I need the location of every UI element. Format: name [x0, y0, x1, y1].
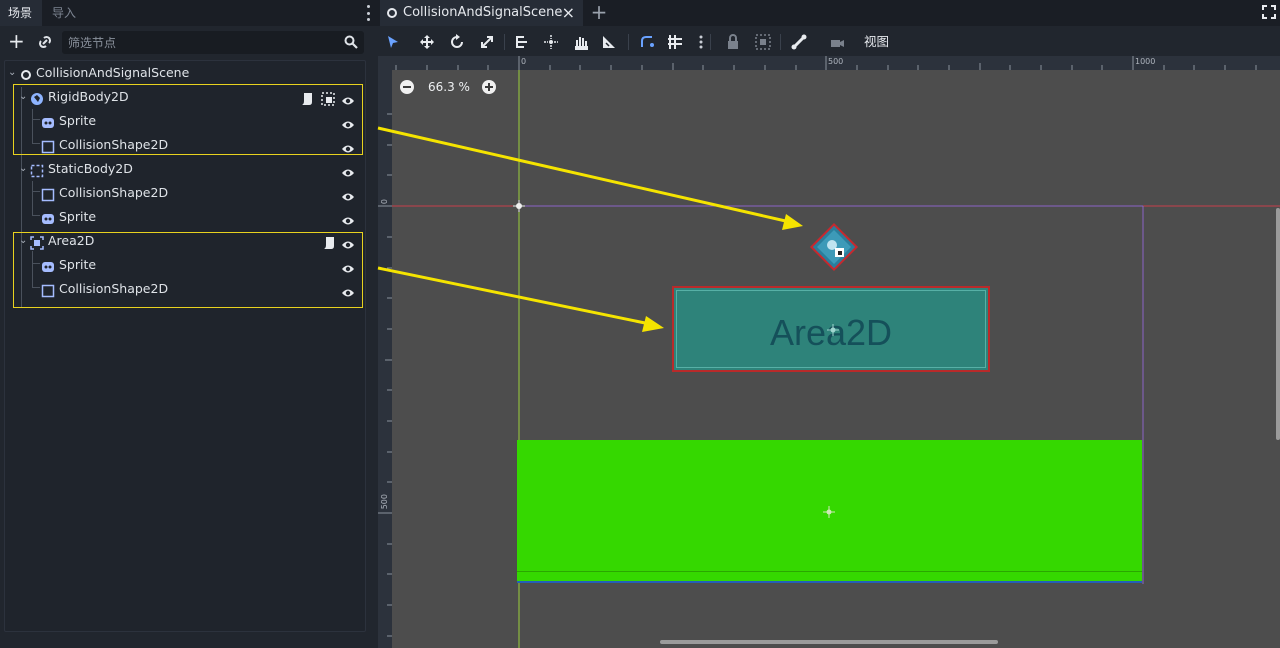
dock-tabs: 场景 导入: [0, 0, 376, 26]
group-icon[interactable]: [321, 90, 335, 106]
skeleton-icon[interactable]: [790, 33, 808, 51]
tree-item-label: RigidBody2D: [48, 89, 129, 104]
eye-icon[interactable]: [341, 163, 355, 177]
tree-item-sprite[interactable]: Sprite: [5, 109, 365, 133]
tab-collision-scene[interactable]: CollisionAndSignalScene ×: [380, 0, 583, 26]
link-icon[interactable]: [37, 34, 53, 50]
staticbody-shape[interactable]: [517, 440, 1142, 583]
list-select-icon[interactable]: [514, 33, 532, 51]
scene-dock: 场景 导入 + ⌄ Colli: [0, 0, 376, 648]
ruler-tool-icon[interactable]: [600, 33, 618, 51]
pan-tool-icon[interactable]: [572, 33, 590, 51]
sprite-icon: [41, 210, 55, 224]
tree-item-label: Sprite: [59, 209, 97, 224]
filter-input[interactable]: [62, 31, 332, 54]
sprite-icon: [41, 258, 55, 272]
fullscreen-icon[interactable]: [1262, 5, 1276, 19]
area2d-shape[interactable]: Area2D: [672, 286, 990, 372]
collisionshape-icon: [41, 186, 55, 202]
search-icon: [344, 35, 358, 49]
tree-item-sprite[interactable]: Sprite: [5, 205, 365, 229]
tab-import[interactable]: 导入: [44, 0, 86, 26]
area2d-icon: [30, 234, 44, 250]
ruler-label: 500: [828, 57, 844, 66]
rotate-tool-icon[interactable]: [448, 33, 466, 51]
eye-icon[interactable]: [341, 283, 355, 297]
scene-tree: ⌄ CollisionAndSignalScene ⌄ RigidBody2D: [4, 60, 366, 632]
tree-item-collisionshape2d[interactable]: CollisionShape2D: [5, 133, 365, 157]
tree-item-label: CollisionShape2D: [59, 137, 169, 152]
ruler-label: 0: [380, 199, 389, 205]
staticbody-icon: [30, 162, 44, 178]
zoom-out-button[interactable]: [400, 80, 414, 94]
tree-item-label: CollisionShape2D: [59, 281, 169, 296]
tree-item-label: Sprite: [59, 257, 97, 272]
eye-icon[interactable]: [341, 187, 355, 201]
ruler-label: 500: [380, 494, 389, 510]
tree-item-staticbody2d[interactable]: ⌄ StaticBody2D: [5, 157, 365, 181]
scale-tool-icon[interactable]: [478, 33, 496, 51]
tree-item-root[interactable]: ⌄ CollisionAndSignalScene: [5, 61, 365, 85]
smart-snap-icon[interactable]: [638, 33, 656, 51]
new-tab-button[interactable]: +: [590, 0, 608, 26]
collisionshape-icon: [41, 138, 55, 154]
grid-snap-icon[interactable]: [666, 33, 684, 51]
scene-editor: CollisionAndSignalScene × + 视图 0 500 100…: [376, 0, 1280, 648]
add-node-icon[interactable]: +: [8, 31, 25, 52]
close-icon[interactable]: ×: [562, 0, 575, 26]
lock-icon[interactable]: [724, 33, 742, 51]
ruler-left: 0 500: [378, 56, 392, 648]
canvas-toolbar: 视图: [376, 28, 1280, 56]
eye-icon[interactable]: [341, 115, 355, 129]
canvas-viewport[interactable]: 0 500 1000 0 500 66.3 % Area2D: [378, 56, 1280, 648]
filter-box: [62, 31, 364, 54]
view-menu[interactable]: 视图: [864, 32, 889, 52]
tree-item-label: StaticBody2D: [48, 161, 133, 176]
eye-icon[interactable]: [341, 235, 355, 249]
tree-item-label: Sprite: [59, 113, 97, 128]
tree-item-label: Area2D: [48, 233, 95, 248]
pivot-tool-icon[interactable]: [542, 33, 560, 51]
eye-icon[interactable]: [341, 211, 355, 225]
eye-icon[interactable]: [341, 139, 355, 153]
scene-tab-title: CollisionAndSignalScene: [403, 5, 563, 20]
zoom-level[interactable]: 66.3 %: [428, 78, 470, 96]
ruler-top: 0 500 1000: [378, 56, 1280, 70]
tree-item-collisionshape2d[interactable]: CollisionShape2D: [5, 181, 365, 205]
vertical-scrollbar[interactable]: [1276, 208, 1280, 440]
tree-item-area2d[interactable]: ⌄ Area2D: [5, 229, 365, 253]
script-icon[interactable]: [323, 234, 335, 249]
scene-root-icon: [387, 8, 397, 18]
ruler-label: 0: [521, 57, 527, 66]
rigidbody-sprite[interactable]: [808, 221, 860, 273]
sprite-icon: [41, 114, 55, 128]
select-tool-icon[interactable]: [384, 33, 402, 51]
tree-item-rigidbody2d[interactable]: ⌄ RigidBody2D: [5, 85, 365, 109]
eye-icon[interactable]: [341, 91, 355, 105]
dock-menu-icon[interactable]: [366, 5, 370, 21]
static-pivot-icon: [823, 506, 835, 518]
horizontal-scrollbar[interactable]: [660, 640, 998, 644]
ruler-label: 1000: [1135, 57, 1156, 66]
area-pivot-icon: [827, 324, 839, 336]
scene-toolbar: +: [0, 28, 376, 56]
tree-item-label: CollisionShape2D: [59, 185, 169, 200]
group-nodes-icon[interactable]: [754, 33, 772, 51]
collisionshape-icon: [41, 282, 55, 298]
rigidbody-icon: [30, 90, 44, 105]
origin-pivot-icon: [513, 200, 525, 212]
tree-item-sprite[interactable]: Sprite: [5, 253, 365, 277]
tree-item-label: CollisionAndSignalScene: [36, 65, 190, 80]
script-icon[interactable]: [301, 90, 313, 105]
tree-item-collisionshape2d[interactable]: CollisionShape2D: [5, 277, 365, 301]
eye-icon[interactable]: [341, 259, 355, 273]
editor-tabs: CollisionAndSignalScene × +: [376, 0, 1280, 26]
camera-override-icon[interactable]: [828, 33, 846, 51]
snap-options-icon[interactable]: [692, 33, 703, 51]
tab-scene[interactable]: 场景: [0, 0, 42, 26]
zoom-in-button[interactable]: [482, 80, 496, 94]
move-tool-icon[interactable]: [418, 33, 436, 51]
scene-root-icon: [20, 66, 34, 80]
